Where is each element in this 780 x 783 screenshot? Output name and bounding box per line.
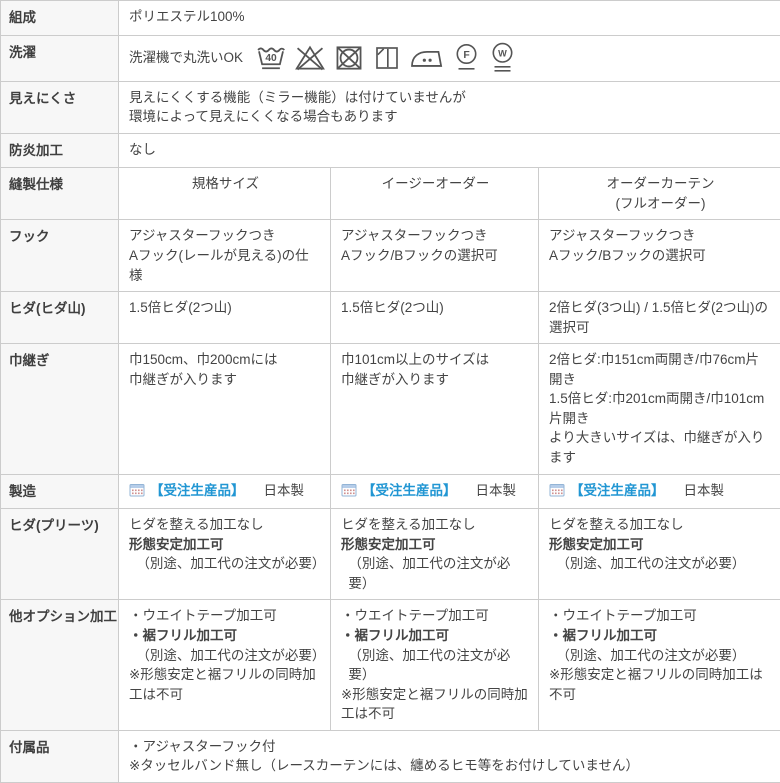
accessories-cell: ・アジャスターフック付 ※タッセルバンド無し（レースカーテンには、纏めるヒモ等を… xyxy=(119,730,780,782)
row-label-sewing-spec: 縫製仕様 xyxy=(1,168,119,220)
country-of-origin: 日本製 xyxy=(264,481,305,501)
row-label-washing: 洗濯 xyxy=(1,35,119,81)
pleat-standard-cell: 1.5倍ヒダ(2つ山) xyxy=(119,292,331,344)
row-label-pleat-process: ヒダ(プリーツ) xyxy=(1,509,119,600)
visibility-line1: 見えにくくする機能（ミラー機能）は付けていませんが xyxy=(129,90,466,105)
manufacture-full-order-cell: 【受注生産品】 日本製 xyxy=(539,474,780,509)
manufacture-easy-order-cell: 【受注生産品】 日本製 xyxy=(331,474,539,509)
row-label-hook: フック xyxy=(1,220,119,292)
country-of-origin: 日本製 xyxy=(476,481,517,501)
row-label-manufacture: 製造 xyxy=(1,474,119,509)
flame-value: なし xyxy=(119,133,780,168)
row-label-flame: 防炎加工 xyxy=(1,133,119,168)
svg-text:F: F xyxy=(463,49,469,60)
spec-table: 組成 ポリエステル100% 洗濯 洗濯機で丸洗いOK 40 xyxy=(0,0,780,783)
table-row: 巾継ぎ 巾150cm、巾200cmには 巾継ぎが入ります 巾101cm以上のサイ… xyxy=(1,344,780,474)
table-row: 製造 【受注生産品】 日本製 xyxy=(1,474,780,509)
width-joint-easy-order-cell: 巾101cm以上のサイズは 巾継ぎが入ります xyxy=(331,344,539,474)
iron-medium-icon xyxy=(409,43,445,73)
pleat-process-easy-order-cell: ヒダを整える加工なし 形態安定加工可 （別途、加工代の注文が必要） xyxy=(331,509,539,600)
laundry-care-icons: 40 xyxy=(255,42,517,74)
col-header-full-order: オーダーカーテン (フルオーダー) xyxy=(539,168,780,220)
pleat-easy-order-cell: 1.5倍ヒダ(2つ山) xyxy=(331,292,539,344)
other-options-standard-cell: ・ウエイトテープ加工可 ・裾フリル加工可 （別途、加工代の注文が必要） ※形態安… xyxy=(119,600,331,730)
pleat-process-standard-cell: ヒダを整える加工なし 形態安定加工可 （別途、加工代の注文が必要） xyxy=(119,509,331,600)
no-tumble-dry-icon xyxy=(333,42,365,74)
wet-clean-w-very-gentle-icon: W xyxy=(488,42,517,74)
width-joint-standard-cell: 巾150cm、巾200cmには 巾継ぎが入ります xyxy=(119,344,331,474)
hook-full-order-cell: アジャスターフックつき Aフック/Bフックの選択可 xyxy=(539,220,780,292)
table-row: 防炎加工 なし xyxy=(1,133,780,168)
table-row: 縫製仕様 規格サイズ イージーオーダー オーダーカーテン (フルオーダー) xyxy=(1,168,780,220)
visibility-cell: 見えにくくする機能（ミラー機能）は付けていませんが 環境によって見えにくくなる場… xyxy=(119,81,780,133)
calendar-icon xyxy=(341,482,357,498)
other-options-easy-order-cell: ・ウエイトテープ加工可 ・裾フリル加工可 （別途、加工代の注文が必要） ※形態安… xyxy=(331,600,539,730)
made-to-order-badge: 【受注生産品】 xyxy=(362,481,457,501)
other-options-full-order-cell: ・ウエイトテープ加工可 ・裾フリル加工可 （別途、加工代の注文が必要） ※形態安… xyxy=(539,600,780,730)
calendar-icon xyxy=(549,482,565,498)
no-bleach-icon xyxy=(294,42,326,74)
manufacture-standard-cell: 【受注生産品】 日本製 xyxy=(119,474,331,509)
table-row: 他オプション加工 ・ウエイトテープ加工可 ・裾フリル加工可 （別途、加工代の注文… xyxy=(1,600,780,730)
svg-text:40: 40 xyxy=(265,53,277,64)
row-label-composition: 組成 xyxy=(1,1,119,36)
col-header-easy-order: イージーオーダー xyxy=(331,168,539,220)
table-row: 組成 ポリエステル100% xyxy=(1,1,780,36)
table-row: ヒダ(ヒダ山) 1.5倍ヒダ(2つ山) 1.5倍ヒダ(2つ山) 2倍ヒダ(3つ山… xyxy=(1,292,780,344)
visibility-line2: 環境によって見えにくくなる場合もあります xyxy=(129,109,398,124)
calendar-icon xyxy=(129,482,145,498)
table-row: 付属品 ・アジャスターフック付 ※タッセルバンド無し（レースカーテンには、纏める… xyxy=(1,730,780,782)
washing-text: 洗濯機で丸洗いOK xyxy=(129,48,243,68)
washing-cell: 洗濯機で丸洗いOK 40 xyxy=(119,35,780,81)
wash-40-gentle-icon: 40 xyxy=(255,42,287,74)
dry-clean-f-gentle-icon: F xyxy=(452,42,481,74)
row-label-width-joint: 巾継ぎ xyxy=(1,344,119,474)
col-header-standard: 規格サイズ xyxy=(119,168,331,220)
made-to-order-badge: 【受注生産品】 xyxy=(570,481,665,501)
hook-standard-cell: アジャスターフックつき Aフック(レールが見える)の仕様 xyxy=(119,220,331,292)
table-row: ヒダ(プリーツ) ヒダを整える加工なし 形態安定加工可 （別途、加工代の注文が必… xyxy=(1,509,780,600)
table-row: 洗濯 洗濯機で丸洗いOK 40 xyxy=(1,35,780,81)
hook-easy-order-cell: アジャスターフックつき Aフック/Bフックの選択可 xyxy=(331,220,539,292)
country-of-origin: 日本製 xyxy=(684,481,725,501)
made-to-order-badge: 【受注生産品】 xyxy=(150,481,245,501)
table-row: 見えにくさ 見えにくくする機能（ミラー機能）は付けていませんが 環境によって見え… xyxy=(1,81,780,133)
table-row: フック アジャスターフックつき Aフック(レールが見える)の仕様 アジャスターフ… xyxy=(1,220,780,292)
line-dry-shade-icon xyxy=(372,42,402,74)
row-label-other-options: 他オプション加工 xyxy=(1,600,119,730)
svg-text:W: W xyxy=(498,48,507,58)
composition-value: ポリエステル100% xyxy=(119,1,780,36)
pleat-full-order-cell: 2倍ヒダ(3つ山) / 1.5倍ヒダ(2つ山)の選択可 xyxy=(539,292,780,344)
pleat-process-full-order-cell: ヒダを整える加工なし 形態安定加工可 （別途、加工代の注文が必要） xyxy=(539,509,780,600)
row-label-accessories: 付属品 xyxy=(1,730,119,782)
width-joint-full-order-cell: 2倍ヒダ:巾151cm両開き/巾76cm片開き 1.5倍ヒダ:巾201cm両開き… xyxy=(539,344,780,474)
row-label-pleat-mountain: ヒダ(ヒダ山) xyxy=(1,292,119,344)
row-label-visibility: 見えにくさ xyxy=(1,81,119,133)
